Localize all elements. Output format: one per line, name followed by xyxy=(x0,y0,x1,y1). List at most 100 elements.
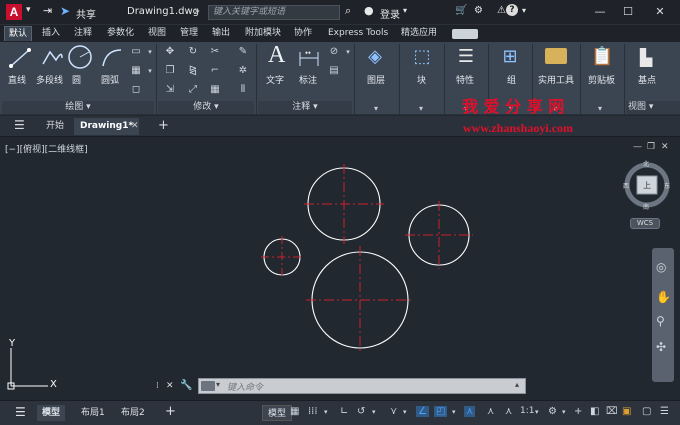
layout1-tab[interactable]: 布局1 xyxy=(76,405,110,421)
leader-dropdown-icon[interactable]: ▾ xyxy=(341,46,355,58)
wcs-menu[interactable]: WCS xyxy=(630,218,660,229)
circle-tool-icon[interactable] xyxy=(67,44,93,70)
annotation-panel-title[interactable]: 注释 ▾ xyxy=(258,101,352,114)
text-icon[interactable]: A xyxy=(268,42,285,69)
pan-icon[interactable]: ✋ xyxy=(656,290,671,304)
command-prompt-icon[interactable] xyxy=(201,381,215,391)
customize-status-icon[interactable]: ☰ xyxy=(660,406,669,417)
base-icon[interactable]: ▙ xyxy=(636,48,656,67)
tab-annotate[interactable]: 注释 xyxy=(70,26,96,41)
drawing-area[interactable] xyxy=(0,138,680,400)
layers-button[interactable]: 图层 xyxy=(367,73,385,86)
login-dropdown-icon[interactable]: ▾ xyxy=(403,6,407,15)
model-tab[interactable]: 模型 xyxy=(37,405,66,421)
user-icon[interactable]: ● xyxy=(364,4,374,17)
clipboard-icon[interactable]: 📋 xyxy=(591,46,613,67)
viewport-minimize-icon[interactable]: — xyxy=(633,142,642,152)
block-dropdown-icon[interactable]: ▾ xyxy=(419,104,423,113)
command-recent-dropdown-icon[interactable]: ▾ xyxy=(216,380,220,389)
clipboard-button[interactable]: 剪贴板 xyxy=(588,73,615,86)
polar-icon[interactable]: ↺ xyxy=(357,406,365,417)
explode-icon[interactable]: ✲ xyxy=(236,65,250,77)
annotation-monitor-icon[interactable]: + xyxy=(574,406,582,417)
modify-panel-title[interactable]: 修改 ▾ xyxy=(158,101,254,114)
share-icon[interactable]: ➤ xyxy=(60,4,70,18)
quick-access-arrow-icon[interactable]: ⇥ xyxy=(43,4,52,17)
annotation-autoscale-icon[interactable]: ⋏ xyxy=(487,406,494,417)
boundary-icon[interactable]: ◻ xyxy=(129,84,143,96)
ortho-icon[interactable]: ∟ xyxy=(340,406,348,417)
array-icon[interactable]: ▦ xyxy=(208,84,222,96)
layout-menu-icon[interactable]: ☰ xyxy=(10,404,31,420)
dimension-button[interactable]: 标注 xyxy=(299,73,317,86)
search-chevron-icon[interactable]: » xyxy=(194,6,200,17)
search-input[interactable]: 键入关键字或短语 xyxy=(208,5,340,20)
tab-collaborate[interactable]: 协作 xyxy=(290,26,316,41)
tab-manage[interactable]: 管理 xyxy=(176,26,202,41)
minimize-icon[interactable]: — xyxy=(586,3,614,21)
dimension-icon[interactable]: ↔ xyxy=(297,46,321,70)
add-layout-icon[interactable]: + xyxy=(160,404,181,420)
command-line[interactable]: ▾ 键入命令 ▴ xyxy=(198,378,526,394)
new-tab-icon[interactable]: + xyxy=(152,117,175,134)
cart-icon[interactable]: 🛒 xyxy=(455,5,467,16)
maximize-icon[interactable]: ☐ xyxy=(614,3,642,21)
annotation-visibility-icon[interactable]: ⋏ xyxy=(464,406,476,417)
object-snap-dropdown-icon[interactable]: ▾ xyxy=(452,408,456,416)
search-icon[interactable]: ⌕ xyxy=(345,4,351,18)
close-icon[interactable]: ✕ xyxy=(646,3,674,21)
autodesk-app-icon[interactable]: ⚙ xyxy=(474,5,483,16)
viewcube-south[interactable]: 南 xyxy=(643,202,649,211)
block-button[interactable]: 块 xyxy=(417,73,426,86)
viewcube-north[interactable]: 北 xyxy=(643,159,649,168)
object-snap-tracking-icon[interactable]: ∠ xyxy=(416,406,429,417)
arc-icon[interactable] xyxy=(100,46,124,70)
isodraft-dropdown-icon[interactable]: ▾ xyxy=(403,408,407,416)
circle-button[interactable]: 圆 xyxy=(72,73,81,86)
app-menu-icon[interactable]: ☰ xyxy=(8,117,31,134)
viewport-restore-icon[interactable]: ❐ xyxy=(647,142,655,152)
copy-icon[interactable]: ❐ xyxy=(163,65,177,77)
quick-properties-icon[interactable]: ⌧ xyxy=(606,406,618,417)
object-snap-icon[interactable]: ◰ xyxy=(434,406,448,417)
zoom-icon[interactable]: ⚲ xyxy=(656,314,665,328)
hatch-icon[interactable]: ▦ xyxy=(129,65,143,77)
clean-screen-icon[interactable]: ▢ xyxy=(642,406,651,417)
share-button[interactable]: 共享 xyxy=(76,6,96,21)
polar-dropdown-icon[interactable]: ▾ xyxy=(372,408,376,416)
close-tab-icon[interactable]: ✕ xyxy=(128,118,142,135)
rectangle-dropdown-icon[interactable]: ▾ xyxy=(143,46,157,58)
viewport-close-icon[interactable]: ✕ xyxy=(661,142,669,152)
rotate-icon[interactable]: ↻ xyxy=(186,46,200,58)
annotation-scale-icon[interactable]: ⋏ xyxy=(505,406,512,417)
layout2-tab[interactable]: 布局2 xyxy=(116,405,150,421)
orbit-icon[interactable]: ✣ xyxy=(656,340,666,354)
view-panel-title[interactable]: 视图 ▾ xyxy=(626,101,680,114)
command-customize-icon[interactable]: 🔧 xyxy=(180,380,192,391)
rectangle-icon[interactable]: ▭ xyxy=(129,46,143,58)
line-icon[interactable] xyxy=(8,46,32,70)
model-space-button[interactable]: 模型 xyxy=(262,405,293,421)
graphics-performance-icon[interactable]: ▣ xyxy=(622,406,631,417)
isodraft-icon[interactable]: ⋎ xyxy=(390,406,397,417)
help-dropdown-icon[interactable]: ▾ xyxy=(522,6,526,15)
fillet-icon[interactable]: ⌐ xyxy=(208,65,222,77)
units-icon[interactable]: ◧ xyxy=(590,406,599,417)
erase-icon[interactable]: ✎ xyxy=(236,46,250,58)
base-button[interactable]: 基点 xyxy=(638,73,656,86)
login-button[interactable]: 登录 xyxy=(380,6,400,21)
line-button[interactable]: 直线 xyxy=(8,73,26,86)
annotation-scale-value[interactable]: 1:1 xyxy=(520,406,534,416)
command-close-icon[interactable]: ✕ xyxy=(166,381,174,391)
help-icon[interactable]: ? xyxy=(506,4,518,16)
ribbon-toggle-icon[interactable] xyxy=(452,29,478,39)
draw-panel-title[interactable]: 绘图 ▾ xyxy=(2,101,154,114)
properties-icon[interactable]: ☰ xyxy=(456,46,476,67)
mirror-icon[interactable]: ⧎ xyxy=(186,65,200,77)
polyline-icon[interactable] xyxy=(40,46,64,70)
viewcube-top-face[interactable]: 上 xyxy=(643,180,651,191)
tab-featured-apps[interactable]: 精选应用 xyxy=(397,26,441,41)
tab-express-tools[interactable]: Express Tools xyxy=(324,26,392,41)
viewcube-west[interactable]: 西 xyxy=(623,181,629,190)
arc-button[interactable]: 圆弧 xyxy=(101,73,119,86)
